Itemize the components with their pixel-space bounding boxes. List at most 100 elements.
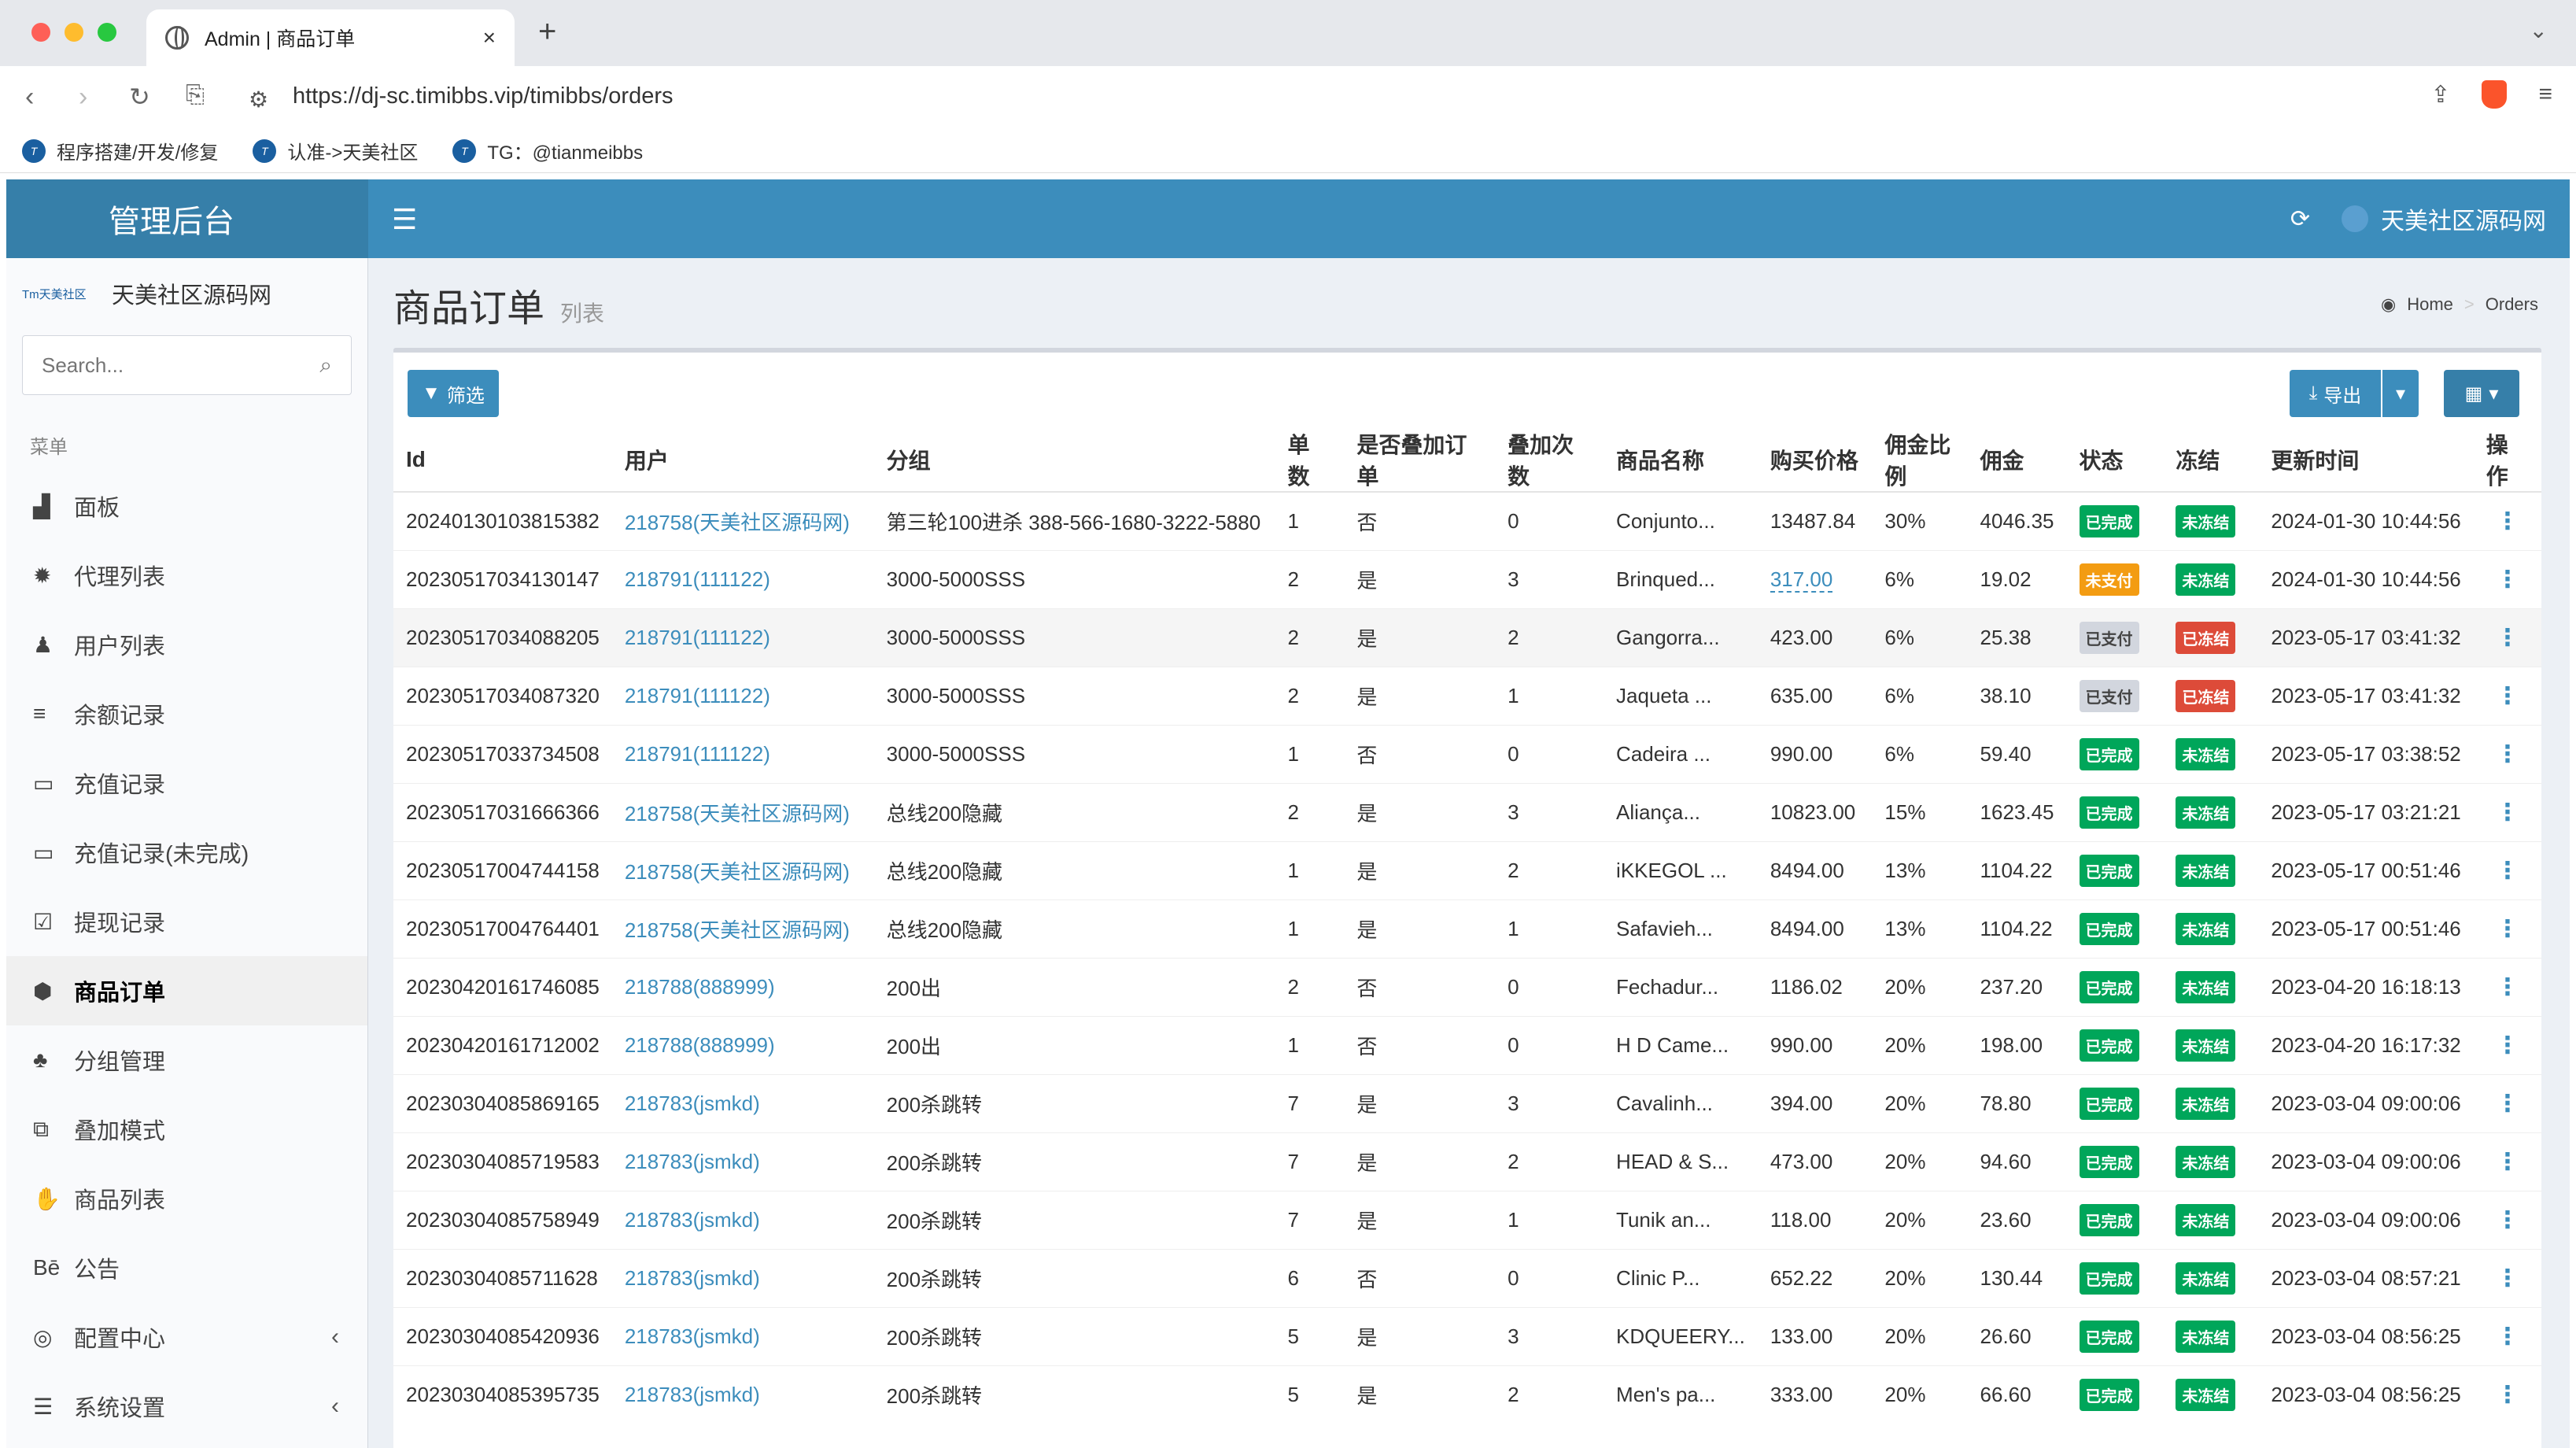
search-icon[interactable]: ⌕ xyxy=(319,353,332,379)
zoom-window-button[interactable] xyxy=(98,23,116,42)
row-actions-icon[interactable]: ⋮ xyxy=(2473,1015,2541,1074)
row-actions-icon[interactable]: ⋮ xyxy=(2473,782,2541,841)
row-actions-icon[interactable]: ⋮ xyxy=(2473,491,2541,550)
column-header[interactable]: 更新时间 xyxy=(2258,428,2474,493)
column-header[interactable]: 叠加次数 xyxy=(1495,428,1604,493)
sidebar-item[interactable]: ≡ 余额记录 xyxy=(6,679,367,748)
sidebar-item[interactable]: ☑ 提现记录 xyxy=(6,887,367,956)
filter-button[interactable]: ▼ 筛选 xyxy=(408,370,499,417)
row-actions-icon[interactable]: ⋮ xyxy=(2473,1365,2541,1424)
table-row: 20230304085395735 218783(jsmkd) 200杀跳转 5 是 2 M… xyxy=(393,1365,2541,1424)
sidebar-item[interactable]: ▟ 面板 xyxy=(6,471,367,541)
sidebar-item[interactable]: ♣ 分组管理 xyxy=(6,1025,367,1095)
sidebar-item[interactable]: ✋ 商品列表 xyxy=(6,1164,367,1233)
user-link[interactable]: 218783(jsmkd) xyxy=(625,1383,760,1406)
tab-menu-chevron-icon[interactable]: ⌄ xyxy=(2530,17,2548,43)
row-actions-icon[interactable]: ⋮ xyxy=(2473,1190,2541,1249)
row-actions-icon[interactable]: ⋮ xyxy=(2473,549,2541,608)
row-actions-icon[interactable]: ⋮ xyxy=(2473,666,2541,725)
app-logo[interactable]: 管理后台 xyxy=(6,179,368,258)
table-row: 20230517034087320 218791(111122) 3000-5000… xyxy=(393,666,2541,725)
browser-tab-admin[interactable]: Admin | 商品订单 × xyxy=(146,9,515,66)
sidebar-item[interactable]: Bē 公告 xyxy=(6,1233,367,1302)
close-window-button[interactable] xyxy=(31,23,50,42)
table-row: 20230304085758949 218783(jsmkd) 200杀跳转 7 是 1 T… xyxy=(393,1190,2541,1249)
share-icon[interactable]: ⇪ xyxy=(2430,81,2450,109)
table-cell: 20230517004764401 xyxy=(393,899,612,958)
brave-shield-icon[interactable] xyxy=(2482,80,2508,109)
user-link[interactable]: 218783(jsmkd) xyxy=(625,1208,760,1232)
user-link[interactable]: 218783(jsmkd) xyxy=(625,1324,760,1348)
user-link[interactable]: 218788(888999) xyxy=(625,1033,775,1057)
row-actions-icon[interactable]: ⋮ xyxy=(2473,1132,2541,1191)
url-field[interactable]: https://dj-sc.timibbs.vip/timibbs/orders xyxy=(293,83,674,109)
columns-toggle-button[interactable]: ▦ ▾ xyxy=(2444,370,2519,417)
user-link[interactable]: 218758(天美社区源码网) xyxy=(625,860,850,884)
site-settings-icon[interactable]: ⚙ xyxy=(249,87,268,113)
export-dropdown-button[interactable]: ▾ xyxy=(2382,370,2419,417)
sidebar-item[interactable]: ☰ 系统设置 ‹ xyxy=(6,1372,367,1441)
minimize-window-button[interactable] xyxy=(65,23,83,42)
bookmark-icon[interactable]: ⎘ xyxy=(186,82,205,109)
row-actions-icon[interactable]: ⋮ xyxy=(2473,1073,2541,1132)
column-header[interactable]: 单数 xyxy=(1275,428,1345,493)
table-cell: 2024-01-30 10:44:56 xyxy=(2258,549,2474,608)
bookmark-item[interactable]: T 程序搭建/开发/修复 xyxy=(22,137,218,164)
column-header[interactable]: 佣金 xyxy=(1967,428,2067,493)
forward-icon[interactable]: › xyxy=(79,82,87,113)
user-link[interactable]: 218791(111122) xyxy=(625,742,770,766)
column-header[interactable]: 商品名称 xyxy=(1604,428,1758,493)
user-link[interactable]: 218791(111122) xyxy=(625,684,770,707)
column-header[interactable]: 购买价格 xyxy=(1757,428,1873,493)
user-link[interactable]: 218791(111122) xyxy=(625,626,770,649)
sidebar-item[interactable]: ♟ 用户列表 xyxy=(6,610,367,679)
sidebar-item[interactable]: ⬢ 商品订单 xyxy=(6,956,367,1025)
row-actions-icon[interactable]: ⋮ xyxy=(2473,724,2541,783)
row-actions-icon[interactable]: ⋮ xyxy=(2473,840,2541,899)
new-tab-icon[interactable]: + xyxy=(538,14,556,50)
user-link[interactable]: 218783(jsmkd) xyxy=(625,1150,760,1173)
user-link[interactable]: 218758(天美社区源码网) xyxy=(625,802,850,826)
column-header[interactable]: 冻结 xyxy=(2163,428,2259,493)
user-menu[interactable]: 天美社区源码网 xyxy=(2342,201,2546,236)
menu-icon[interactable]: ≡ xyxy=(2538,81,2552,108)
reload-icon[interactable]: ↻ xyxy=(129,82,150,112)
table-cell: 26.60 xyxy=(1967,1306,2067,1365)
user-link[interactable]: 218788(888999) xyxy=(625,975,775,999)
bookmark-item[interactable]: T TG：@tianmeibbs xyxy=(452,137,643,164)
search-input[interactable] xyxy=(42,353,278,378)
row-actions-icon[interactable]: ⋮ xyxy=(2473,1248,2541,1307)
row-actions-icon[interactable]: ⋮ xyxy=(2473,899,2541,958)
refresh-icon[interactable]: ⟳ xyxy=(2290,205,2310,233)
bookmark-item[interactable]: T 认准->天美社区 xyxy=(253,137,418,164)
sidebar-item[interactable]: ◎ 配置中心 ‹ xyxy=(6,1302,367,1372)
row-actions-icon[interactable]: ⋮ xyxy=(2473,1306,2541,1365)
editable-price[interactable]: 317.00 xyxy=(1770,567,1833,593)
sidebar-item[interactable]: ✹ 代理列表 xyxy=(6,541,367,610)
back-icon[interactable]: ‹ xyxy=(25,82,34,113)
sidebar-item[interactable]: ▭ 充值记录 xyxy=(6,748,367,818)
breadcrumb-home[interactable]: Home xyxy=(2407,294,2453,315)
table-cell: 23.60 xyxy=(1967,1190,2067,1249)
column-header[interactable]: 用户 xyxy=(611,428,874,493)
column-header[interactable]: 状态 xyxy=(2066,428,2164,493)
user-link[interactable]: 218783(jsmkd) xyxy=(625,1266,760,1290)
column-header[interactable]: 是否叠加订单 xyxy=(1344,428,1496,493)
table-cell: 20240130103815382 xyxy=(393,491,612,550)
table-cell: 是 xyxy=(1344,1190,1496,1249)
sidebar-item[interactable]: ▭ 充值记录(未完成) xyxy=(6,818,367,887)
close-tab-icon[interactable]: × xyxy=(483,25,496,50)
column-header[interactable]: 分组 xyxy=(873,428,1275,493)
table-cell: 未冻结 xyxy=(2163,1190,2259,1249)
sidebar-toggle-icon[interactable]: ☰ xyxy=(392,203,417,236)
sidebar-item[interactable]: ⧉ 叠加模式 xyxy=(6,1095,367,1164)
user-link[interactable]: 218791(111122) xyxy=(625,567,770,591)
export-button[interactable]: ⤓ 导出 xyxy=(2290,370,2381,417)
row-actions-icon[interactable]: ⋮ xyxy=(2473,957,2541,1016)
row-actions-icon[interactable]: ⋮ xyxy=(2473,608,2541,667)
user-link[interactable]: 218758(天美社区源码网) xyxy=(625,918,850,942)
column-header[interactable]: Id xyxy=(393,428,612,493)
user-link[interactable]: 218783(jsmkd) xyxy=(625,1092,760,1115)
column-header[interactable]: 佣金比例 xyxy=(1872,428,1968,493)
user-link[interactable]: 218758(天美社区源码网) xyxy=(625,511,850,534)
